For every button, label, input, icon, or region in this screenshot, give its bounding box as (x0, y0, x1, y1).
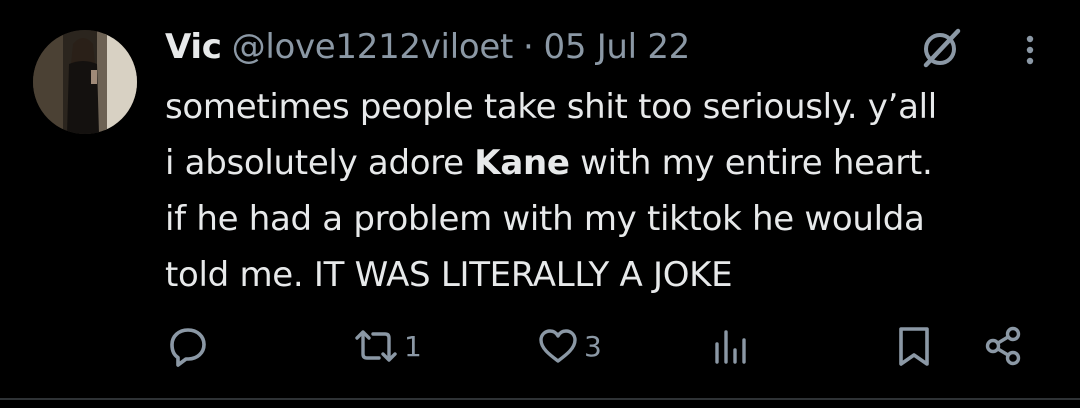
avatar[interactable] (33, 30, 137, 134)
reply-icon (170, 328, 206, 367)
bookmark-button[interactable] (892, 318, 936, 374)
divider (0, 398, 1080, 400)
retweet-icon (355, 330, 397, 362)
separator-dot: · (523, 27, 534, 67)
tweet-text-line-4: told me. IT WAS LITERALLY A JOKE (165, 255, 733, 295)
tweet-text: sometimes people take shit too seriously… (165, 79, 1055, 303)
views-bar-chart-icon (715, 330, 746, 364)
tweet-text-line-2-after: with my entire heart. (569, 143, 933, 183)
views-button[interactable] (708, 318, 756, 374)
tweet-header: Vic @love1212viloet · 05 Jul 22 (165, 24, 690, 70)
tweet-text-line-2: i absolutely adore Kane with my entire h… (165, 135, 1055, 191)
author-handle[interactable]: @love1212viloet (232, 27, 514, 67)
like-count: 3 (584, 329, 602, 363)
tweet-actions-bar: 1 3 (0, 318, 1080, 374)
grok-slash-circle-icon[interactable] (918, 25, 964, 71)
retweet-count: 1 (404, 329, 422, 363)
avatar-photo (33, 30, 137, 134)
tweet-date[interactable]: 05 Jul 22 (544, 27, 691, 67)
heart-icon (539, 329, 577, 363)
more-vertical-icon[interactable] (1010, 30, 1050, 70)
share-icon (985, 326, 1021, 366)
tweet-text-line-3: if he had a problem with my tiktok he wo… (165, 199, 925, 239)
tweet-text-line-2-before: i absolutely adore (165, 143, 475, 183)
mention-kane[interactable]: Kane (474, 143, 570, 183)
retweet-button[interactable]: 1 (352, 318, 422, 374)
reply-button[interactable] (166, 318, 214, 374)
like-button[interactable]: 3 (536, 318, 602, 374)
author-display-name[interactable]: Vic (165, 27, 222, 67)
tweet-card[interactable]: Vic @love1212viloet · 05 Jul 22 sometime… (0, 0, 1080, 408)
tweet-text-line-1: sometimes people take shit too seriously… (165, 87, 937, 127)
share-button[interactable] (982, 318, 1026, 374)
bookmark-icon (899, 327, 929, 366)
